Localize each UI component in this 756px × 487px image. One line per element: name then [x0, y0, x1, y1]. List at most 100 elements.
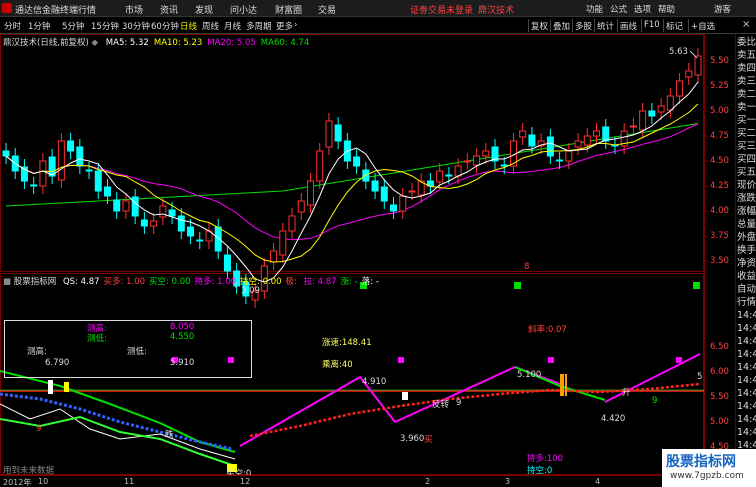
candle-body [648, 110, 656, 117]
menu-options[interactable]: 选项 [634, 3, 651, 15]
candle-body [666, 95, 674, 111]
multi-stock-button[interactable]: 多股 [572, 19, 594, 32]
ma-legend-item: MA10: 5.23 [153, 38, 203, 48]
quote-panel-item: 买四 [737, 154, 756, 165]
candle-body [168, 209, 176, 217]
candle-body [454, 165, 462, 177]
x-label-feb: 2 [425, 477, 431, 486]
ma5-line [5, 81, 699, 283]
candle-body [67, 140, 75, 152]
quote-panel-item: 净资 [737, 258, 756, 269]
statistics-button[interactable]: 统计 [594, 19, 616, 32]
candle-body [583, 135, 591, 146]
period-30min[interactable]: 30分钟 [122, 20, 150, 32]
period-multi[interactable]: 多周期 [246, 20, 272, 32]
infobox-r3a-value: 6.790 [45, 358, 70, 368]
quote-panel-item: 换手 [737, 245, 756, 256]
candle-body [223, 254, 231, 272]
period-15min[interactable]: 15分钟 [91, 20, 119, 32]
menu-guest[interactable]: 游客 [714, 3, 731, 15]
period-60min[interactable]: 60分钟 [151, 20, 179, 32]
period-5min[interactable]: 5分钟 [62, 20, 84, 32]
login-notice: 证劵交易未登录 [410, 6, 474, 16]
candle-body [546, 136, 554, 157]
quote-panel-item: 涨幅 [737, 206, 756, 217]
quote-panel-item: 卖二 [737, 89, 756, 100]
mark-button[interactable]: 标记 [663, 19, 685, 32]
menu-trade[interactable]: 交易 [318, 3, 336, 16]
five-label: 5 [697, 372, 703, 382]
indicator-field: QS: 4.87 [62, 277, 100, 287]
x-label-nov: 11 [124, 477, 135, 486]
ma-legend-item: MA5: 5.32 [105, 38, 149, 48]
indicator-field: 买多: 1.00 [103, 277, 146, 287]
candle-body [685, 70, 693, 78]
add-watchlist-button[interactable]: +自选 [688, 19, 717, 32]
menu-function[interactable]: 功能 [586, 3, 603, 15]
candle-body [214, 226, 222, 252]
menu-wealth[interactable]: 财富圈 [275, 3, 302, 16]
candle-body [187, 226, 195, 237]
overlay-button[interactable]: 叠加 [550, 19, 572, 32]
period-monthly[interactable]: 月线 [224, 20, 241, 32]
infobox-r3a-label: 测高: [27, 347, 47, 357]
candle-body [602, 126, 610, 142]
close-icon[interactable]: × [742, 19, 750, 30]
price-tick-label: 4.75 [710, 131, 729, 141]
period-weekly[interactable]: 周线 [202, 20, 219, 32]
ma10-polyline [5, 103, 699, 263]
orange-marker-1 [560, 374, 564, 396]
quote-panel-item: 总量 [737, 219, 756, 230]
settings-icon[interactable]: ◆ [92, 38, 99, 48]
candle-body [482, 150, 490, 157]
nine-label-c: 9 [456, 398, 462, 408]
f10-button[interactable]: F10 [641, 19, 662, 32]
infobox-r3b-value: 5.910 [170, 358, 195, 368]
infobox-r3b-label: 测低: [127, 347, 147, 357]
candle-body [390, 204, 398, 212]
period-intraday[interactable]: 分时 [4, 20, 21, 32]
indicator-field: 落: - [361, 277, 379, 287]
candle-body [297, 200, 305, 213]
period-more[interactable]: 更多 [276, 20, 293, 32]
main-pane-title: 鼎汉技术(日线,前复权) [3, 38, 89, 48]
menu-market[interactable]: 市场 [125, 3, 143, 16]
menu-news[interactable]: 资讯 [160, 3, 178, 16]
candle-body [399, 195, 407, 212]
candle-body [306, 180, 314, 206]
period-daily[interactable]: 日线 [180, 20, 197, 32]
orange-marker-2 [565, 374, 567, 396]
infobox-r1-value: 8.050 [170, 322, 195, 332]
price-tick-label: 3.75 [710, 231, 729, 241]
main-pane-header: 鼎汉技术(日线,前复权) ◆ MA5: 5.32 MA10: 5.23 MA20: … [3, 36, 309, 48]
menu-discover[interactable]: 发现 [195, 3, 213, 16]
quote-panel-item: 卖四 [737, 63, 756, 74]
menu-quotes[interactable]: 行情 [78, 3, 96, 16]
menu-bar: 通达信金融终端 行情 市场 资讯 发现 问小达 财富圈 交易 证劵交易未登录 鼎… [0, 0, 756, 17]
chevron-right-icon[interactable]: › [294, 20, 297, 30]
indicator-settings-icon[interactable]: ■ [3, 277, 11, 287]
indicator-field: 涨: - [340, 277, 358, 287]
ma10-line [5, 103, 699, 263]
green-trend-line [0, 370, 236, 453]
candle-body [408, 190, 416, 193]
indicator-tick-label: 5.50 [710, 392, 729, 402]
stock-name-top: 鼎汉技术 [478, 6, 515, 16]
x-label-oct: 10 [38, 477, 49, 486]
ma5-polyline [5, 81, 699, 283]
white-marker-2 [402, 392, 408, 400]
adjust-button[interactable]: 复权 [528, 19, 550, 32]
quote-panel[interactable]: 委比 卖五 卖四 卖三 卖二 卖一 买一 买二 买三 买四 买五 现价 涨跌 涨幅 总量 外盘 换手 净资 收益 自动… [735, 34, 756, 487]
menu-ask[interactable]: 问小达 [230, 3, 257, 16]
draw-line-button[interactable]: 画线 [617, 19, 639, 32]
candle-body [574, 140, 582, 148]
candle-body [463, 160, 471, 163]
period-1min[interactable]: 1分钟 [28, 20, 50, 32]
candle-body [57, 140, 65, 181]
buy-label: 买 [424, 435, 433, 445]
chart-area[interactable] [0, 34, 735, 475]
menu-help[interactable]: 帮助 [658, 3, 675, 15]
candle-body [316, 150, 324, 182]
x-label-mar: 3 [505, 477, 511, 486]
menu-formula[interactable]: 公式 [610, 3, 627, 15]
